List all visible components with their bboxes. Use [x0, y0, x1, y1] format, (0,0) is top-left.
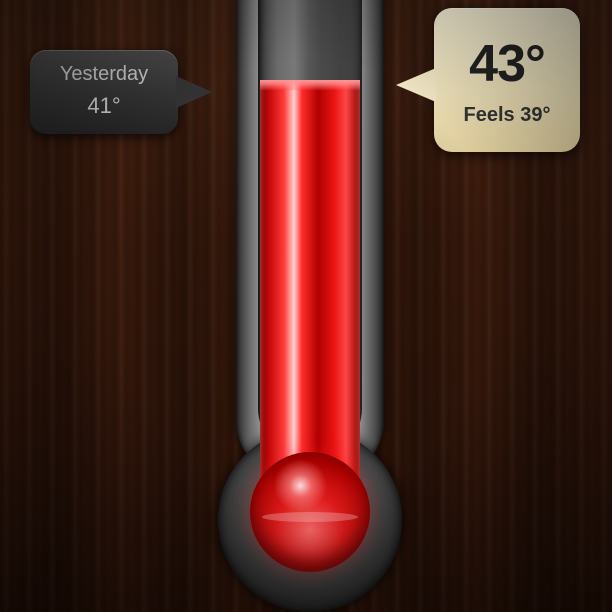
yesterday-temperature: 41°: [87, 93, 121, 118]
mercury-meniscus: [260, 80, 360, 90]
current-temperature: 43°: [469, 35, 546, 93]
bulb-reflection: [262, 512, 358, 522]
yesterday-bubble[interactable]: Yesterday 41°: [30, 50, 212, 134]
mercury-column: [260, 80, 360, 500]
yesterday-label: Yesterday: [59, 63, 149, 85]
current-temperature-bubble[interactable]: 43° Feels 39°: [396, 8, 580, 152]
feels-like-temperature: Feels 39°: [463, 104, 551, 126]
thermometer-app-screen: Yesterday 41° 43° Feels 39°: [0, 0, 612, 612]
